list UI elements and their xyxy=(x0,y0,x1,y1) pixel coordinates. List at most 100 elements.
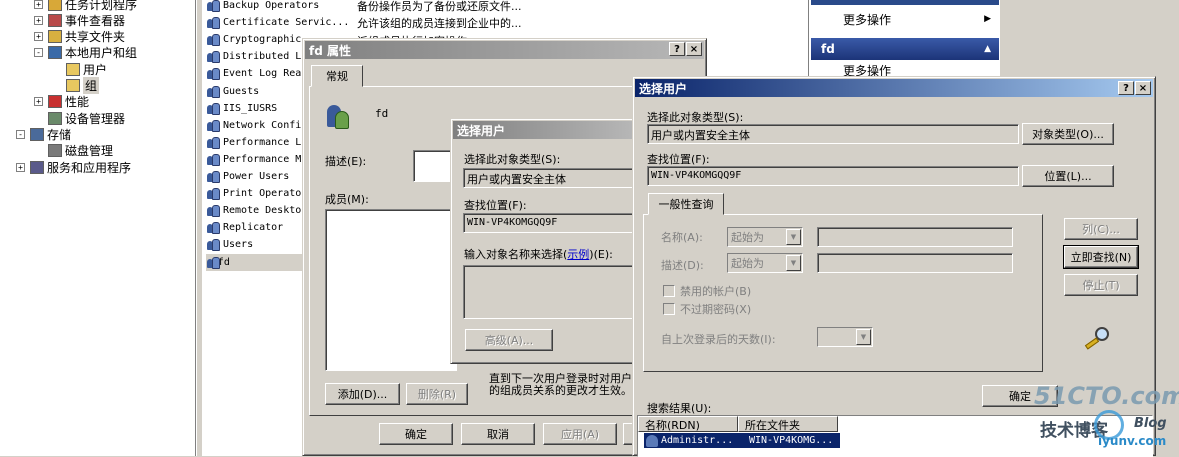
tab-common-queries[interactable]: 一般性查询 xyxy=(648,193,724,215)
tree-item[interactable]: 组 xyxy=(0,77,100,94)
description-input[interactable] xyxy=(413,150,453,182)
example-link[interactable]: 示例 xyxy=(567,248,589,261)
tree-item-label: 组 xyxy=(83,77,100,94)
object-types-button[interactable]: 对象类型(O)... xyxy=(1022,123,1114,145)
stop-button[interactable]: 停止(T) xyxy=(1064,274,1138,296)
group-icon xyxy=(206,33,220,47)
expand-icon[interactable]: + xyxy=(34,15,43,25)
column-header-name[interactable]: 名称(RDN) xyxy=(638,416,738,432)
tree-node-icon xyxy=(48,111,62,125)
group-name: Certificate Servic... xyxy=(223,17,350,29)
group-name: fd xyxy=(217,256,230,268)
columns-button[interactable]: 列(C)... xyxy=(1064,218,1138,240)
tree-item-label: 任务计划程序 xyxy=(65,0,138,12)
ok-button[interactable]: 确定 xyxy=(379,423,453,445)
cancel-button[interactable]: 取消 xyxy=(461,423,535,445)
group-row[interactable]: Backup Operators 备份操作员为了备份或还原文件... xyxy=(206,0,806,14)
description-label: 描述(E): xyxy=(325,155,367,168)
tree-node-icon xyxy=(48,144,62,158)
tree-node-icon xyxy=(30,127,44,141)
description-match-combo[interactable]: 起始为 ▼ xyxy=(727,253,803,273)
select-users-title-bar: 选择用户 xyxy=(635,79,1153,97)
tree-item-label: 服务和应用程序 xyxy=(47,160,132,175)
chevron-down-icon: ▼ xyxy=(786,255,801,271)
locations-button[interactable]: 位置(L)... xyxy=(1022,165,1114,187)
group-row[interactable]: Certificate Servic... 允许该组的成员连接到企业中的... xyxy=(206,14,806,31)
help-button[interactable]: ? xyxy=(669,42,685,56)
description-label: 描述(D): xyxy=(661,259,704,272)
close-button[interactable]: × xyxy=(1135,81,1151,95)
tree-node-icon xyxy=(48,13,62,27)
column-header-folder[interactable]: 所在文件夹 xyxy=(738,416,838,432)
select-users-back-title: 选择用户 xyxy=(453,121,637,139)
more-actions-item[interactable]: 更多操作 ▶ xyxy=(811,8,999,30)
tree-item[interactable]: - 存储 xyxy=(0,126,71,142)
object-type-label: 选择此对象类型(S): xyxy=(464,153,561,166)
tree-item[interactable]: + 事件查看器 xyxy=(0,12,125,28)
group-icon xyxy=(206,0,220,12)
group-icon xyxy=(206,16,220,30)
tree-item[interactable]: + 性能 xyxy=(0,94,89,110)
group-icon xyxy=(206,67,220,81)
tree-item[interactable]: 设备管理器 xyxy=(0,110,125,126)
tab-general[interactable]: 常规 xyxy=(311,65,363,87)
group-icon xyxy=(206,102,220,115)
tree-item[interactable]: 用户 xyxy=(0,61,107,77)
group-icon xyxy=(206,221,220,235)
tree-node-icon xyxy=(66,62,80,76)
group-users-icon xyxy=(325,101,353,129)
collapse-up-icon[interactable]: ▲ xyxy=(984,44,991,54)
collapse-icon[interactable]: - xyxy=(34,48,43,58)
add-button[interactable]: 添加(D)... xyxy=(325,383,400,405)
name-match-combo[interactable]: 起始为 ▼ xyxy=(727,227,803,247)
group-icon xyxy=(206,238,220,252)
group-icon xyxy=(206,85,220,98)
non-expiring-password-checkbox[interactable]: 不过期密码(X) xyxy=(663,301,751,317)
tree-node-icon xyxy=(66,79,80,92)
apply-button[interactable]: 应用(A) xyxy=(543,423,617,445)
expand-icon[interactable]: + xyxy=(34,32,43,42)
tree-pane: + 任务计划程序 + 事件查看器 + 共享文件夹 - 本地用户和组 用户组 + 性能 设备管理器 - 存储… xyxy=(0,0,196,456)
tree-item-label: 存储 xyxy=(47,127,72,142)
properties-title-bar: fd 属性 xyxy=(305,41,704,59)
days-since-logon-combo[interactable]: ▼ xyxy=(817,327,873,347)
arrow-right-icon: ▶ xyxy=(984,14,991,24)
name-input[interactable] xyxy=(817,227,1013,247)
watermark-logo: 51CTO.com 技术博客 Blog iyunv.com xyxy=(1034,382,1179,448)
tree-item[interactable]: - 本地用户和组 xyxy=(0,45,137,61)
collapse-icon[interactable]: - xyxy=(16,129,25,139)
expand-icon[interactable]: + xyxy=(34,0,43,9)
expand-icon[interactable]: + xyxy=(34,97,43,107)
tree-item-label: 磁盘管理 xyxy=(65,144,114,159)
tree-node-icon xyxy=(48,46,62,60)
tree-item[interactable]: 磁盘管理 xyxy=(0,143,113,159)
find-now-button[interactable]: 立即查找(N) xyxy=(1063,245,1139,269)
result-row[interactable]: Administr... WIN-VP4KOMG... xyxy=(644,433,840,448)
remove-button[interactable]: 删除(R) xyxy=(406,383,468,405)
search-magnifier-icon xyxy=(1084,327,1115,350)
location-field: WIN-VP4KOMGQQ9F xyxy=(647,166,1019,186)
group-row[interactable]: fd xyxy=(206,253,302,271)
user-icon xyxy=(646,434,658,447)
help-button[interactable]: ? xyxy=(1118,81,1134,95)
close-button[interactable]: × xyxy=(686,42,702,56)
tree-item[interactable]: + 服务和应用程序 xyxy=(0,159,131,175)
tree-node-icon xyxy=(48,30,62,44)
tree-item-label: 用户 xyxy=(83,62,108,77)
advanced-button[interactable]: 高级(A)... xyxy=(465,329,553,351)
object-names-input[interactable] xyxy=(463,265,641,319)
days-since-logon-label: 自上次登录后的天数(I): xyxy=(661,333,776,346)
location-label: 查找位置(F): xyxy=(647,153,710,166)
tree-item[interactable]: + 任务计划程序 xyxy=(0,0,137,12)
expand-icon[interactable]: + xyxy=(16,162,25,172)
description-input[interactable] xyxy=(817,253,1013,273)
disabled-accounts-checkbox[interactable]: 禁用的帐户(B) xyxy=(663,283,751,299)
members-list[interactable] xyxy=(325,209,457,371)
tree-item[interactable]: + 共享文件夹 xyxy=(0,29,125,45)
group-name: fd xyxy=(375,107,389,120)
object-type-label: 选择此对象类型(S): xyxy=(647,111,744,124)
membership-note: 直到下一次用户登录时对用户的组成员关系的更改才生效。 xyxy=(489,373,632,397)
chevron-down-icon: ▼ xyxy=(786,229,801,245)
actions-section-header[interactable]: fd ▲ xyxy=(811,38,999,60)
select-users-dialog-back: 选择用户 选择此对象类型(S): 用户或内置安全主体 查找位置(F): WIN-… xyxy=(450,118,641,364)
